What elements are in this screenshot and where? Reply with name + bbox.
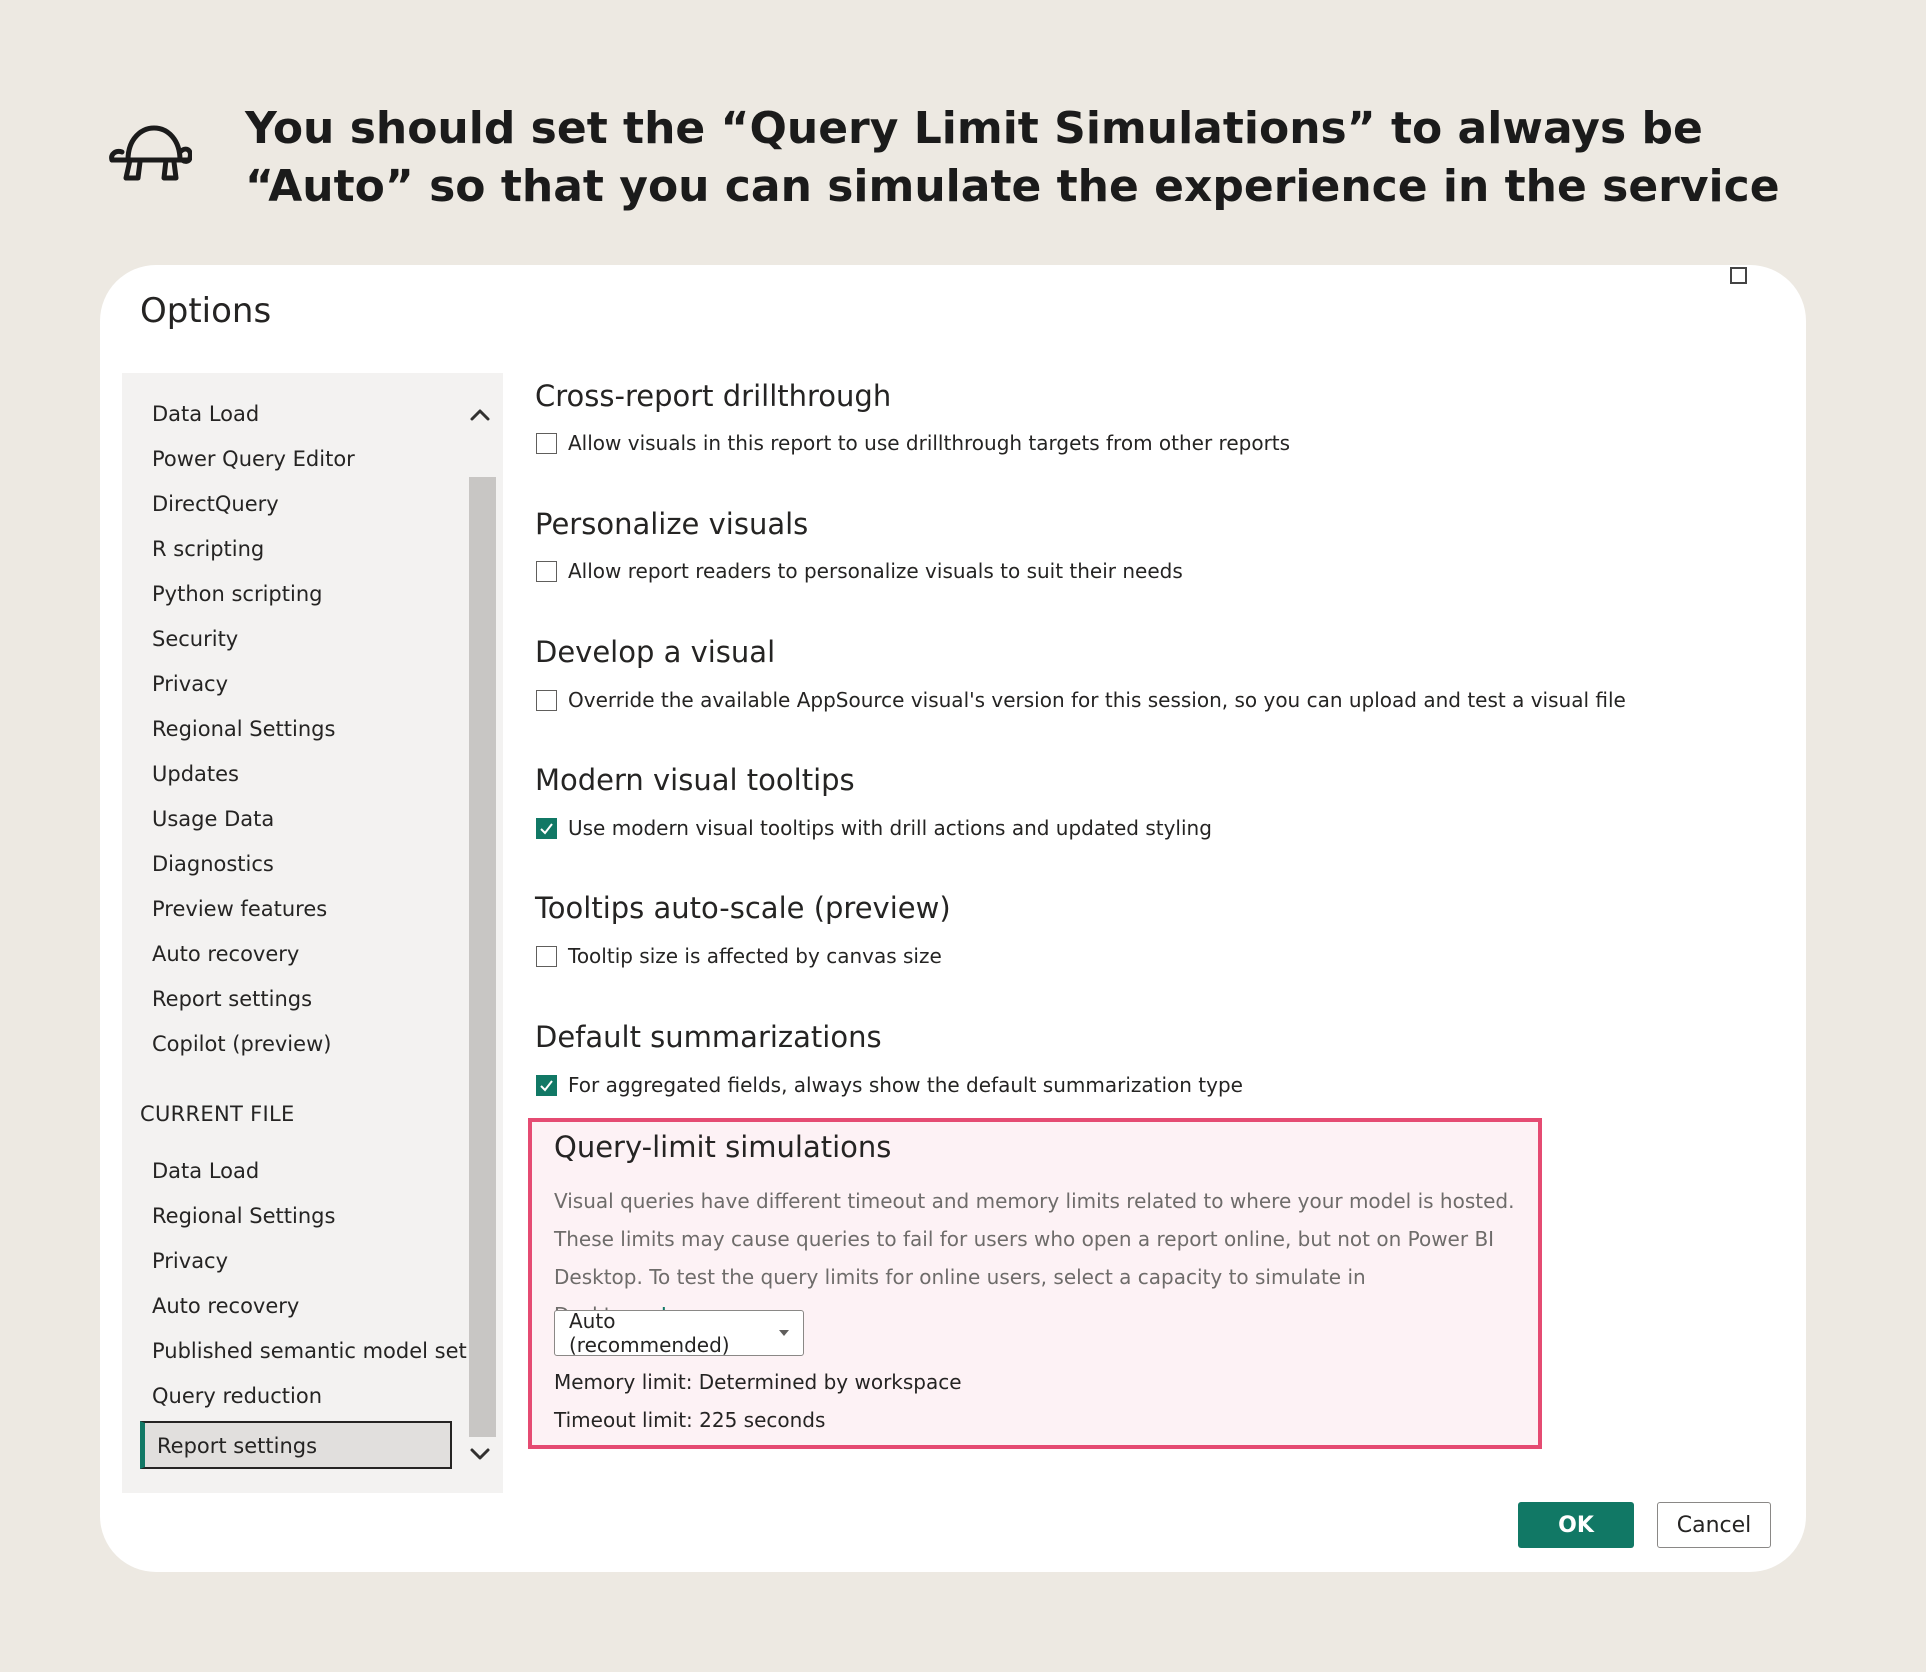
checkbox-develop-visual[interactable] bbox=[536, 689, 557, 711]
nav-item-usage-data[interactable]: Usage Data bbox=[152, 805, 274, 833]
nav-item-file-data-load[interactable]: Data Load bbox=[152, 1157, 259, 1185]
checkbox-personalize-visuals[interactable] bbox=[536, 560, 557, 582]
nav-item-file-published-semantic-model[interactable]: Published semantic model set... bbox=[152, 1337, 487, 1365]
banner-line-1: You should set the “Query Limit Simulati… bbox=[245, 103, 1703, 154]
nav-item-preview-features[interactable]: Preview features bbox=[152, 895, 327, 923]
nav-item-security[interactable]: Security bbox=[152, 625, 238, 653]
query-limit-dropdown[interactable]: Auto (recommended) bbox=[554, 1309, 804, 1357]
nav-scrollbar[interactable] bbox=[458, 373, 503, 1493]
option-personalize-visuals[interactable]: Allow report readers to personalize visu… bbox=[536, 559, 1183, 583]
option-label: Allow report readers to personalize visu… bbox=[568, 559, 1183, 583]
nav-item-auto-recovery[interactable]: Auto recovery bbox=[152, 940, 299, 968]
section-title-tooltips-autoscale: Tooltips auto-scale (preview) bbox=[535, 891, 951, 925]
nav-item-power-query-editor[interactable]: Power Query Editor bbox=[152, 445, 355, 473]
ok-button[interactable]: OK bbox=[1518, 1502, 1634, 1548]
nav-item-file-auto-recovery[interactable]: Auto recovery bbox=[152, 1292, 299, 1320]
section-title-modern-tooltips: Modern visual tooltips bbox=[535, 763, 855, 797]
checkbox-cross-report[interactable] bbox=[536, 432, 557, 454]
checkbox-modern-tooltips[interactable] bbox=[536, 817, 557, 839]
checkmark-icon bbox=[540, 1079, 553, 1092]
nav-item-updates[interactable]: Updates bbox=[152, 760, 239, 788]
close-icon[interactable]: ✕ bbox=[1782, 265, 1797, 282]
options-dialog: Options ✕ Data Load Power Query Editor D… bbox=[100, 265, 1806, 1572]
dropdown-caret-icon bbox=[779, 1330, 789, 1336]
nav-item-privacy[interactable]: Privacy bbox=[152, 670, 228, 698]
section-title-default-summarizations: Default summarizations bbox=[535, 1020, 882, 1054]
cancel-button[interactable]: Cancel bbox=[1657, 1502, 1771, 1548]
dialog-title: Options bbox=[140, 291, 272, 331]
option-label: Use modern visual tooltips with drill ac… bbox=[568, 816, 1212, 840]
option-develop-visual[interactable]: Override the available AppSource visual'… bbox=[536, 688, 1626, 712]
chevron-down-icon[interactable] bbox=[466, 1440, 494, 1468]
option-label: Tooltip size is affected by canvas size bbox=[568, 944, 942, 968]
option-cross-report-drillthrough[interactable]: Allow visuals in this report to use dril… bbox=[536, 431, 1290, 455]
option-label: For aggregated fields, always show the d… bbox=[568, 1073, 1243, 1097]
option-default-summarizations[interactable]: For aggregated fields, always show the d… bbox=[536, 1073, 1243, 1097]
option-label: Allow visuals in this report to use dril… bbox=[568, 431, 1291, 455]
nav-item-diagnostics[interactable]: Diagnostics bbox=[152, 850, 274, 878]
nav-item-copilot-preview[interactable]: Copilot (preview) bbox=[152, 1030, 331, 1058]
nav-item-file-regional-settings[interactable]: Regional Settings bbox=[152, 1202, 335, 1230]
query-limit-selected: Auto (recommended) bbox=[569, 1309, 730, 1357]
option-label: Override the available AppSource visual'… bbox=[568, 688, 1626, 712]
nav-item-report-settings[interactable]: Report settings bbox=[152, 985, 312, 1013]
nav-item-file-query-reduction[interactable]: Query reduction bbox=[152, 1382, 322, 1410]
timeout-limit-text: Timeout limit: 225 seconds bbox=[554, 1408, 826, 1432]
banner-headline: You should set the “Query Limit Simulati… bbox=[245, 100, 1845, 216]
checkbox-default-summarizations[interactable] bbox=[536, 1074, 557, 1096]
section-title-personalize-visuals: Personalize visuals bbox=[535, 507, 809, 541]
turtle-icon bbox=[109, 125, 192, 181]
nav-item-directquery[interactable]: DirectQuery bbox=[152, 490, 279, 518]
options-nav: Data Load Power Query Editor DirectQuery… bbox=[122, 373, 503, 1493]
banner-line-2: “Auto” so that you can simulate the expe… bbox=[245, 161, 1780, 212]
nav-heading-current-file: CURRENT FILE bbox=[140, 1102, 295, 1126]
option-modern-tooltips[interactable]: Use modern visual tooltips with drill ac… bbox=[536, 816, 1212, 840]
nav-item-python-scripting[interactable]: Python scripting bbox=[152, 580, 322, 608]
nav-scroll-thumb[interactable] bbox=[469, 477, 496, 1437]
checkbox-tooltips-autoscale[interactable] bbox=[536, 945, 557, 967]
nav-item-r-scripting[interactable]: R scripting bbox=[152, 535, 264, 563]
nav-item-data-load[interactable]: Data Load bbox=[152, 400, 259, 428]
nav-item-regional-settings[interactable]: Regional Settings bbox=[152, 715, 335, 743]
nav-item-file-privacy[interactable]: Privacy bbox=[152, 1247, 228, 1275]
memory-limit-text: Memory limit: Determined by workspace bbox=[554, 1370, 962, 1394]
chevron-up-icon[interactable] bbox=[466, 401, 494, 429]
checkmark-icon bbox=[540, 822, 553, 835]
maximize-icon[interactable] bbox=[1730, 267, 1747, 284]
query-limit-highlight: Query-limit simulations Visual queries h… bbox=[528, 1118, 1542, 1449]
option-tooltips-autoscale[interactable]: Tooltip size is affected by canvas size bbox=[536, 944, 942, 968]
report-settings-panel: Cross-report drillthrough Allow visuals … bbox=[528, 373, 1806, 1493]
section-title-cross-report: Cross-report drillthrough bbox=[535, 379, 892, 413]
nav-item-file-report-settings[interactable]: Report settings bbox=[140, 1421, 452, 1469]
section-title-develop-visual: Develop a visual bbox=[535, 635, 776, 669]
section-title-query-limit: Query-limit simulations bbox=[554, 1130, 892, 1164]
